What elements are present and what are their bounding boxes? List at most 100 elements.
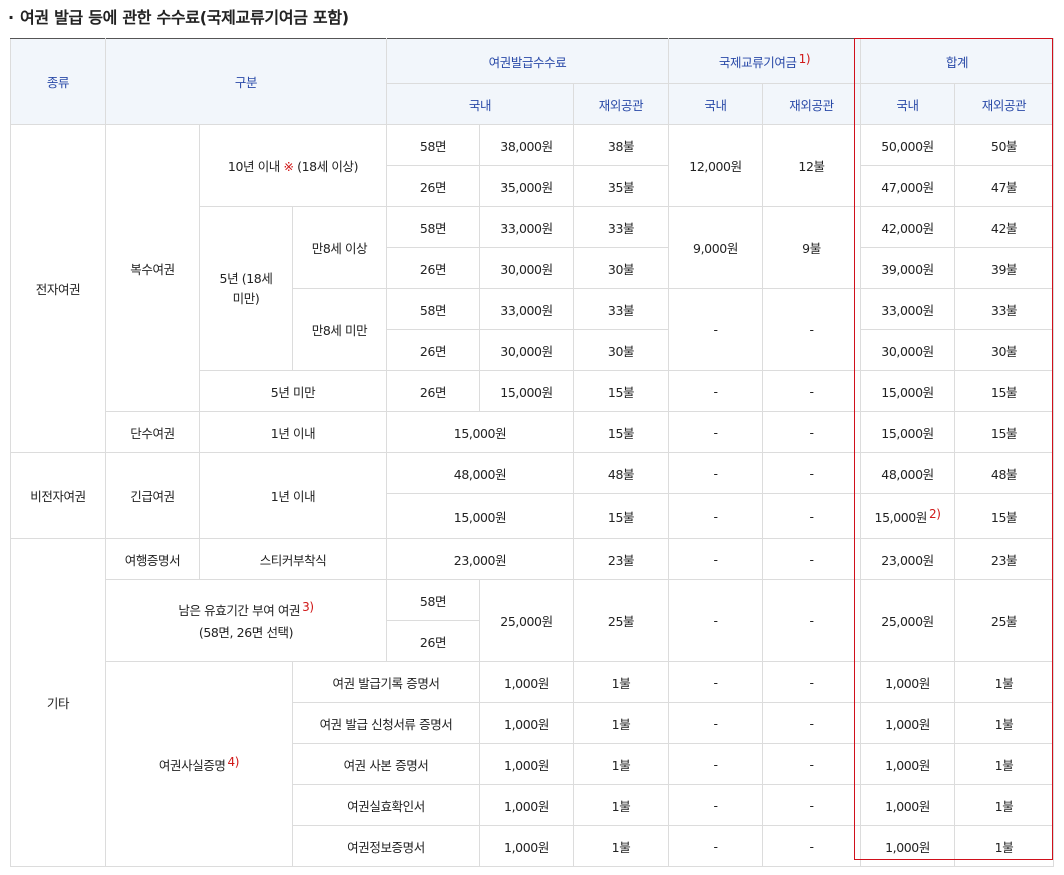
fact-cert-label: 여권사실증명: [158, 757, 226, 773]
fee-overseas: 48불: [573, 452, 669, 494]
total-overseas: 15불: [954, 493, 1054, 539]
header-total: 합계: [860, 38, 1054, 84]
total-overseas: 1불: [954, 702, 1054, 744]
age-8-over: 만8세 이상: [292, 206, 387, 289]
contribution-domestic: -: [668, 579, 763, 662]
fee-overseas: 1불: [573, 825, 669, 867]
period-10-years-label: 10년 이내: [227, 159, 280, 174]
footnote-4: 4): [227, 754, 240, 769]
page-title: · 여권 발급 등에 관한 수수료(국제교류기여금 포함): [8, 4, 349, 28]
header-issue-fee: 여권발급수수료: [386, 38, 669, 84]
type-emergency: 긴급여권: [105, 452, 200, 539]
fee-overseas: 1불: [573, 702, 669, 744]
total-overseas: 15불: [954, 370, 1054, 412]
table-row: 남은 유효기간 부여 여권 3) (58면, 26면 선택) 58면 25,000원…: [11, 579, 1054, 662]
contribution-overseas: -: [761, 784, 862, 826]
contribution-overseas: 12불: [761, 124, 862, 207]
fee-overseas: 1불: [573, 743, 669, 785]
pages-cell: 58면: [386, 288, 480, 330]
fee-domestic: 15,000원: [479, 370, 574, 412]
header-contribution-overseas: 재외공관: [761, 83, 862, 125]
note-mark-icon: ※: [283, 159, 294, 174]
remaining-validity-sub: (58면, 26면 선택): [198, 624, 294, 640]
contribution-domestic: -: [668, 702, 763, 744]
table-row: 여권사실증명 4) 여권 발급기록 증명서 1,000원 1불 - - 1,000…: [11, 661, 1054, 867]
pages-cell: 26면: [386, 620, 480, 662]
fee-overseas: 33불: [573, 206, 669, 248]
header-contribution-label: 국제교류기여금: [718, 54, 797, 70]
header-kind: 종류: [10, 38, 106, 125]
fee-overseas: 15불: [573, 411, 669, 453]
contribution-domestic: -: [668, 370, 763, 412]
fee-overseas: 25불: [573, 579, 669, 662]
total-domestic: 33,000원: [860, 288, 956, 330]
pages-cell: 58면: [386, 124, 480, 166]
contribution-overseas: -: [761, 702, 862, 744]
table-row: 전자여권 복수여권 10년 이내 ※ (18세 이상) 58면 38,000원 …: [10, 124, 1054, 453]
period-5-years-minor-label: 5년 (18세 미만): [219, 270, 273, 306]
type-multi: 복수여권: [105, 124, 200, 412]
total-overseas: 1불: [954, 661, 1054, 703]
fee-domestic: 15,000원: [386, 493, 574, 539]
total-overseas: 23불: [954, 538, 1054, 580]
header-contribution: 국제교류기여금 1): [667, 38, 862, 84]
contribution-overseas: -: [761, 579, 862, 662]
fee-domestic: 35,000원: [479, 165, 574, 207]
fee-overseas: 15불: [573, 493, 669, 539]
contribution-domestic: -: [668, 288, 763, 371]
contribution-domestic: -: [668, 538, 763, 580]
header-contribution-domestic: 국내: [668, 83, 763, 125]
total-domestic: 1,000원: [860, 784, 956, 826]
pages-cell: 58면: [386, 206, 480, 248]
total-domestic: 47,000원: [860, 165, 956, 207]
total-domestic: 1,000원: [860, 661, 956, 703]
cert-copy: 여권 사본 증명서: [292, 743, 480, 785]
header-fee-overseas: 재외공관: [573, 83, 669, 125]
total-domestic: 25,000원: [860, 579, 956, 662]
total-domestic: 30,000원: [860, 329, 956, 371]
fee-overseas: 23불: [573, 538, 669, 580]
contribution-overseas: -: [761, 288, 862, 371]
sticker-type: 스티커부착식: [199, 538, 387, 580]
total-domestic: 1,000원: [860, 743, 956, 785]
period-10-years-age: (18세 이상): [297, 159, 359, 174]
pages-cell: 58면: [386, 579, 480, 621]
header-fee-domestic: 국내: [386, 83, 574, 125]
contribution-domestic: -: [668, 661, 763, 703]
total-overseas: 1불: [954, 743, 1054, 785]
total-overseas: 33불: [954, 288, 1054, 330]
fee-overseas: 33불: [573, 288, 669, 330]
contribution-overseas: -: [761, 661, 862, 703]
total-domestic: 1,000원: [860, 702, 956, 744]
total-overseas: 48불: [954, 452, 1054, 494]
fee-overseas: 30불: [573, 329, 669, 371]
remaining-validity-passport: 남은 유효기간 부여 여권 3) (58면, 26면 선택): [105, 579, 387, 662]
period-10-years: 10년 이내 ※ (18세 이상): [199, 124, 387, 207]
fee-domestic: 15,000원: [386, 411, 574, 453]
footnote-1: 1): [798, 51, 811, 66]
fee-domestic: 30,000원: [479, 247, 574, 289]
header-total-domestic: 국내: [860, 83, 956, 125]
contribution-overseas: -: [761, 452, 862, 494]
total-domestic: 42,000원: [860, 206, 956, 248]
fee-domestic: 33,000원: [479, 288, 574, 330]
fee-overseas: 35불: [573, 165, 669, 207]
footnote-3: 3): [302, 599, 314, 614]
period-within-1: 1년 이내: [199, 411, 387, 453]
fee-domestic: 1,000원: [479, 661, 574, 703]
contribution-overseas: -: [761, 743, 862, 785]
total-overseas: 30불: [954, 329, 1054, 371]
page-title-text: 여권 발급 등에 관한 수수료(국제교류기여금 포함): [20, 8, 349, 27]
contribution-overseas: -: [761, 370, 862, 412]
fee-overseas: 30불: [573, 247, 669, 289]
fee-domestic: 1,000원: [479, 784, 574, 826]
fee-overseas: 1불: [573, 784, 669, 826]
total-overseas: 25불: [954, 579, 1054, 662]
fee-domestic: 30,000원: [479, 329, 574, 371]
contribution-domestic: -: [668, 743, 763, 785]
contribution-domestic: 12,000원: [668, 124, 763, 207]
pages-cell: 26면: [386, 370, 480, 412]
fee-domestic: 1,000원: [479, 702, 574, 744]
contribution-domestic: -: [668, 784, 763, 826]
contribution-domestic: 9,000원: [668, 206, 763, 289]
